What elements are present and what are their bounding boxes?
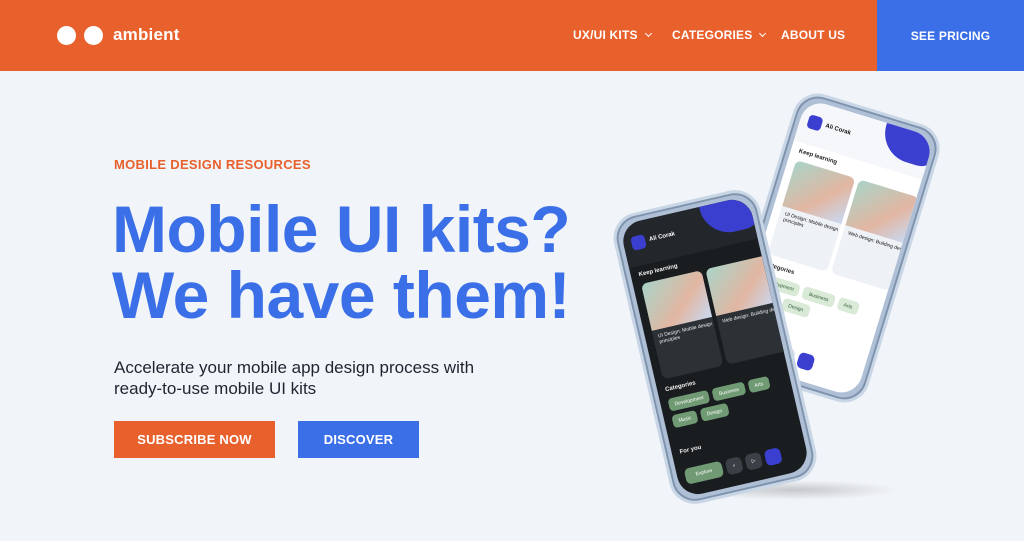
logo-dot-icon <box>84 25 103 45</box>
course-thumbnail <box>705 255 777 316</box>
screen-user-name: Ali Corak <box>824 123 852 137</box>
category-chip: Music <box>671 409 699 429</box>
play-icon: ▷ <box>744 451 764 471</box>
hero-headline: Mobile UI kits? We have them! <box>112 192 571 332</box>
chevron-down-icon <box>759 29 767 38</box>
avatar <box>630 234 647 251</box>
category-chip: Arts <box>836 296 860 316</box>
brand-name: ambient <box>113 25 180 44</box>
headline-line-2: We have them! <box>112 258 571 332</box>
see-pricing-button[interactable]: SEE PRICING <box>877 0 1024 71</box>
search-icon: ⌕ <box>724 456 744 476</box>
discover-button[interactable]: DISCOVER <box>298 421 419 458</box>
course-thumbnail <box>640 270 713 331</box>
brand-logo[interactable]: ambient <box>57 25 180 45</box>
hero-eyebrow: MOBILE DESIGN RESOURCES <box>114 157 311 172</box>
nav-item-ux-ui-kits[interactable]: UX/UI KITS <box>573 28 652 42</box>
profile-icon <box>763 447 783 467</box>
logo-dot-icon <box>57 25 76 45</box>
categories-label: Categories <box>664 380 697 394</box>
decorative-blob <box>697 195 765 239</box>
nav-item-label: UX/UI KITS <box>573 28 638 42</box>
headline-line-1: Mobile UI kits? <box>112 192 571 266</box>
subscribe-now-button[interactable]: SUBSCRIBE NOW <box>114 421 275 458</box>
screen-tabbar: Explore ⌕ ▷ <box>683 447 783 485</box>
category-chip: Design <box>699 402 730 422</box>
screen-header: Ali Corak <box>619 195 765 269</box>
explore-tab: Explore <box>683 460 725 485</box>
category-chip: Business <box>711 381 747 402</box>
chevron-down-icon <box>644 29 652 38</box>
nav-item-label: ABOUT US <box>781 28 846 42</box>
category-chip: Arts <box>747 375 771 394</box>
hero-subtext: Accelerate your mobile app design proces… <box>114 358 475 398</box>
category-chip: Design <box>780 297 811 319</box>
screen-user-name: Ali Corak <box>648 231 676 243</box>
nav-item-label: CATEGORIES <box>672 28 753 42</box>
profile-icon <box>795 351 816 372</box>
nav-item-categories[interactable]: CATEGORIES <box>672 28 767 42</box>
avatar <box>806 114 824 132</box>
top-navbar: ambient UX/UI KITS CATEGORIES ABOUT US S… <box>0 0 1024 71</box>
for-you-label: For you <box>679 444 702 456</box>
nav-item-about-us[interactable]: ABOUT US <box>781 28 845 42</box>
category-chips: Development Business Arts Music Design <box>667 371 796 429</box>
decorative-blob <box>877 115 935 172</box>
